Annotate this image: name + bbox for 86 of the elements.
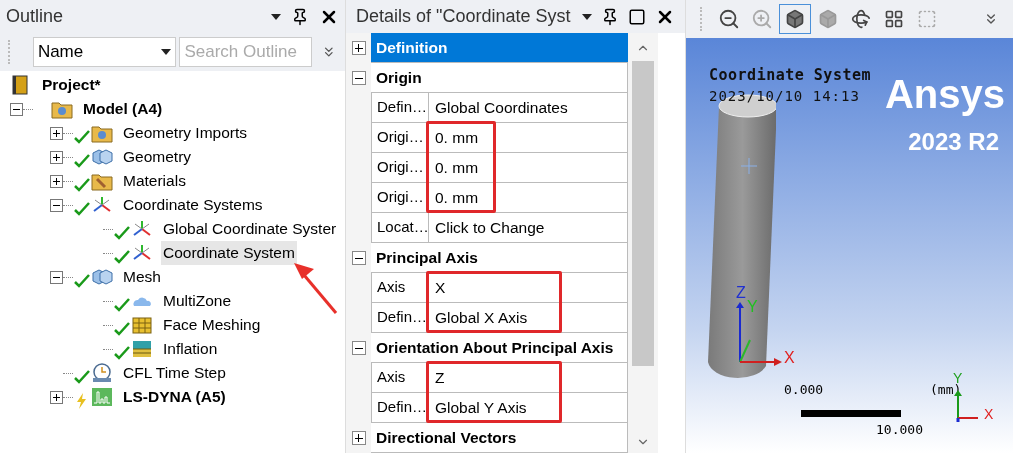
collapse-toggle[interactable] [351, 251, 366, 265]
layout-icon [917, 9, 937, 29]
axis-label: X [984, 405, 994, 424]
folder-icon [91, 171, 113, 191]
folder-icon [51, 99, 73, 119]
scale-label: 0.000 [784, 381, 824, 399]
mesh-icon [131, 339, 153, 359]
property-label: Defin… [371, 93, 429, 123]
zoom-icon [751, 8, 773, 30]
property-label: Origi… [371, 183, 429, 213]
brand-logo: Ansys [884, 72, 1005, 116]
tree-item[interactable]: LS-DYNA (A5) [121, 385, 228, 409]
mesh-icon [131, 315, 153, 335]
expand-toggle[interactable] [50, 174, 63, 188]
tree-item[interactable]: Project* [40, 73, 103, 97]
scrollbar[interactable] [628, 33, 658, 453]
tree-item[interactable]: Geometry Imports [121, 121, 250, 145]
expand-toggle[interactable] [351, 431, 366, 445]
column-dropdown[interactable]: Name [32, 37, 177, 67]
dropdown-icon[interactable] [271, 13, 281, 20]
cube-icon [818, 9, 838, 29]
layout-icon [884, 9, 904, 29]
property-label: Axis [371, 273, 429, 303]
cubes-icon [91, 267, 113, 287]
pin-icon[interactable] [291, 7, 309, 26]
cube-icon [785, 9, 805, 29]
axis-label: Z [736, 283, 746, 303]
group-header[interactable]: Origin [371, 63, 628, 93]
rotate-icon [851, 9, 871, 29]
tree-item[interactable]: Coordinate System [161, 241, 297, 265]
zoom-icon [718, 8, 740, 30]
toolbar-button[interactable] [779, 4, 811, 34]
tree-item[interactable]: MultiZone [161, 289, 234, 313]
property-label: Locat… [371, 213, 429, 243]
panel-title: Outline [6, 5, 65, 28]
expand-toggle[interactable] [50, 390, 63, 404]
maximize-icon[interactable] [628, 7, 646, 26]
property-label: Origi… [371, 153, 429, 183]
collapse-toggle[interactable] [50, 270, 63, 284]
tree-item[interactable]: Inflation [161, 337, 220, 361]
folder-icon [91, 123, 113, 143]
expand-toggle[interactable] [50, 150, 63, 164]
axes-icon [131, 219, 153, 239]
group-header[interactable]: Directional Vectors [371, 423, 628, 453]
tree-item[interactable]: Materials [121, 169, 188, 193]
tree-item[interactable]: Mesh [121, 265, 163, 289]
expand-toggle[interactable] [351, 41, 366, 55]
collapse-toggle[interactable] [351, 71, 366, 85]
timestamp: 2023/10/10 14:13 [709, 87, 860, 106]
caption: Coordinate System [709, 65, 872, 86]
property-value[interactable]: Z [429, 363, 451, 392]
version-label: 2023 R2 [908, 127, 999, 157]
group-header[interactable]: Orientation About Principal Axis [371, 333, 628, 363]
tree-item[interactable]: Coordinate Systems [121, 193, 265, 217]
property-label: Origi… [371, 123, 429, 153]
scale-label: 10.000 [876, 421, 923, 439]
tree-item[interactable]: CFL Time Step [121, 361, 228, 385]
collapse-toggle[interactable] [10, 102, 23, 116]
group-header[interactable]: Principal Axis [371, 243, 628, 273]
property-label: Defin… [371, 393, 429, 423]
property-label: Defin… [371, 303, 429, 333]
dropdown-icon[interactable] [161, 49, 172, 55]
pin-icon[interactable] [601, 7, 619, 26]
property-label: Axis [371, 363, 429, 393]
tree-item[interactable]: Geometry [121, 145, 194, 169]
expand-toggle[interactable] [50, 126, 63, 140]
tree-item[interactable]: Global Coordinate Syster [161, 217, 339, 241]
tree-item[interactable]: Model (A4) [81, 97, 165, 121]
group-header[interactable]: Definition [371, 33, 628, 63]
collapse-toggle[interactable] [50, 198, 63, 212]
search-field[interactable]: Search Outline [179, 37, 313, 67]
scroll-thumb[interactable] [632, 61, 654, 366]
axis-triad [734, 300, 784, 366]
axes-icon [131, 243, 153, 263]
cubes-icon [91, 147, 113, 167]
tree-item[interactable]: Face Meshing [161, 313, 263, 337]
axes-icon [91, 195, 113, 215]
chart-icon [91, 387, 113, 407]
collapse-toggle[interactable] [351, 341, 366, 355]
dropdown-icon[interactable] [582, 13, 592, 20]
crosshair-icon [741, 158, 757, 174]
property-value[interactable]: X [429, 273, 452, 302]
axis-label: X [784, 348, 795, 368]
axis-label: Y [747, 297, 758, 317]
panel-title: Details of "Coordinate Syst [356, 5, 572, 28]
clock-icon [91, 363, 113, 383]
